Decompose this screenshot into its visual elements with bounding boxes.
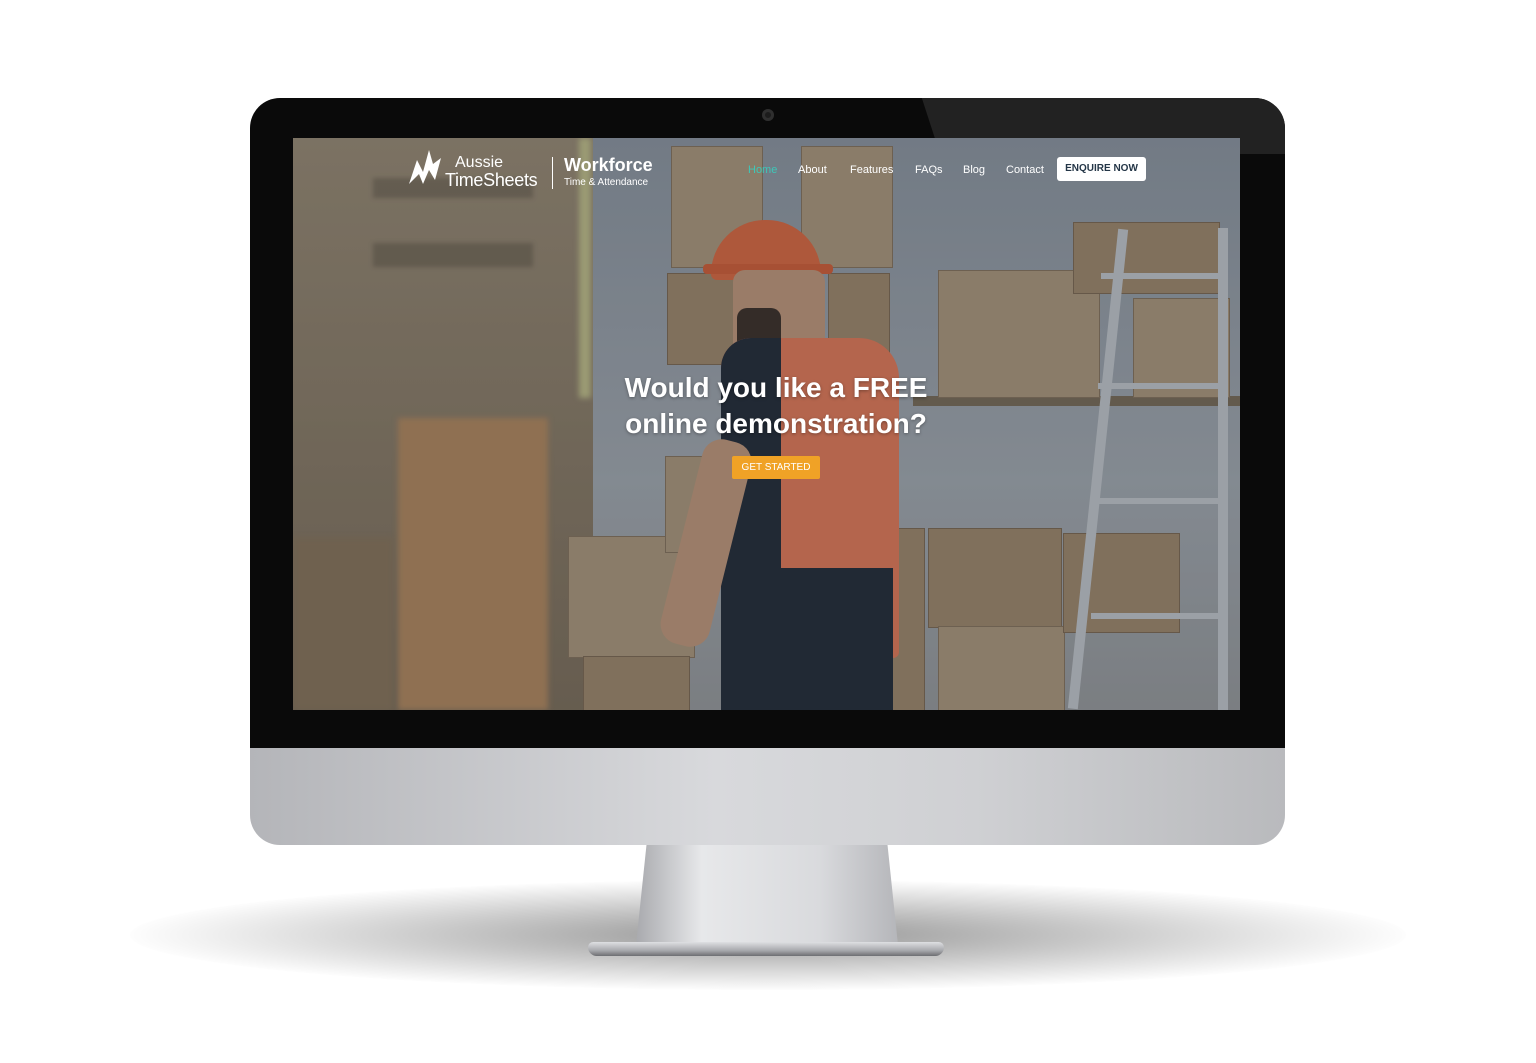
enquire-now-button[interactable]: ENQUIRE NOW <box>1057 157 1146 181</box>
get-started-button[interactable]: GET STARTED <box>732 456 820 479</box>
hero-headline-line2: online demonstration? <box>625 408 927 439</box>
webcam <box>762 109 774 121</box>
nav-faqs[interactable]: FAQs <box>915 163 943 179</box>
nav-about[interactable]: About <box>798 163 827 179</box>
brand-subtitle: Time & Attendance <box>564 177 649 188</box>
logo-text-timesheets[interactable]: TimeSheets <box>445 171 538 189</box>
monitor-stand-base <box>588 942 944 956</box>
hero-headline-line1: Would you like a FREE <box>624 372 928 403</box>
logo-divider <box>552 157 553 189</box>
hero-headline: Would you like a FREE online demonstrati… <box>293 370 1240 442</box>
nav-features[interactable]: Features <box>850 163 893 179</box>
brand-title: Workforce <box>564 155 653 175</box>
site-header: Aussie TimeSheets Workforce Time & Atten… <box>293 138 1240 202</box>
website-screen: Aussie TimeSheets Workforce Time & Atten… <box>293 138 1240 710</box>
monitor-chin <box>250 748 1285 845</box>
aussie-timesheets-logo-icon[interactable] <box>407 146 443 188</box>
logo-text-aussie[interactable]: Aussie <box>455 155 503 171</box>
nav-home[interactable]: Home <box>748 163 777 179</box>
monitor-stand <box>636 845 898 945</box>
nav-contact[interactable]: Contact <box>1006 163 1044 179</box>
nav-blog[interactable]: Blog <box>963 163 985 179</box>
